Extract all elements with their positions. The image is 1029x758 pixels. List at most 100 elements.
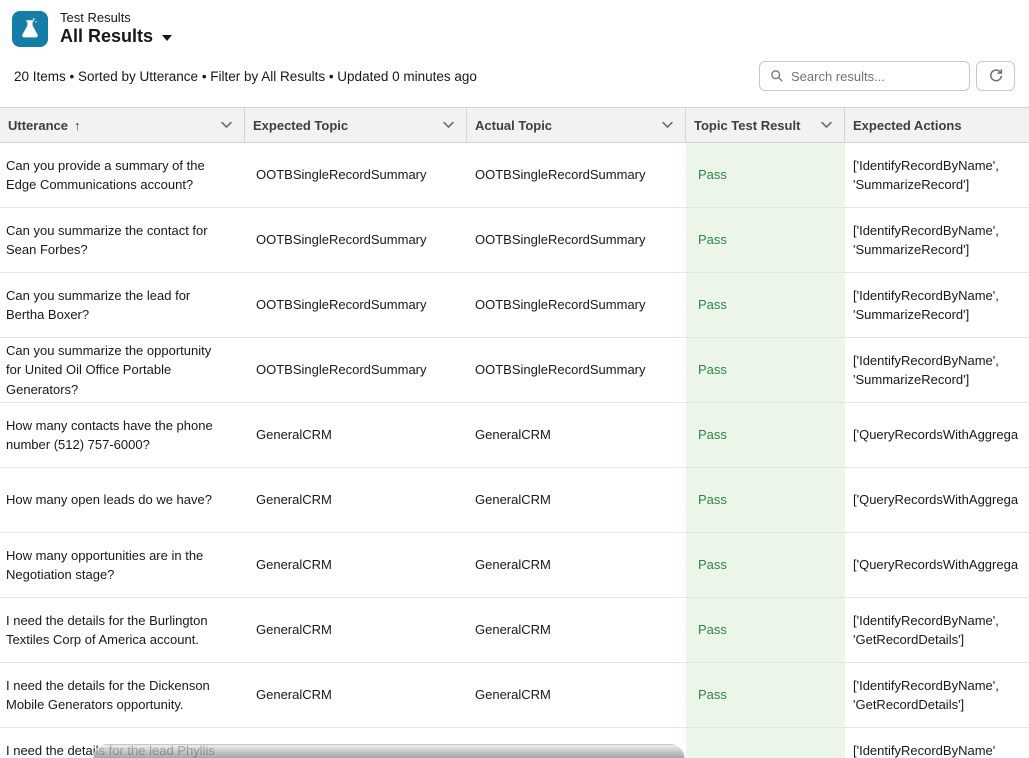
cell-expected-actions: ['IdentifyRecordByName', 'GetRecordDetai… <box>845 598 1029 662</box>
dock-overlay[interactable] <box>93 744 685 758</box>
cell-topic-test-result <box>686 728 845 758</box>
cell-utterance: Can you provide a summary of the Edge Co… <box>0 143 245 207</box>
pass-badge: Pass <box>698 360 727 380</box>
cell-utterance: I need the details for the Burlington Te… <box>0 598 245 662</box>
column-header-actual-topic[interactable]: Actual Topic <box>467 108 686 142</box>
entity-header: Test Results All Results <box>12 10 172 47</box>
column-header-expected-actions[interactable]: Expected Actions <box>845 108 1029 142</box>
list-status-text: 20 Items • Sorted by Utterance • Filter … <box>14 69 477 84</box>
chevron-down-icon <box>221 121 232 129</box>
cell-actual-topic: GeneralCRM <box>467 403 686 467</box>
column-menu-button[interactable] <box>441 119 456 131</box>
cell-expected-actions: ['QueryRecordsWithAggrega <box>845 533 1029 597</box>
refresh-icon <box>988 68 1004 84</box>
list-view-selector[interactable]: All Results <box>60 26 172 47</box>
cell-actual-topic: GeneralCRM <box>467 598 686 662</box>
cell-topic-test-result: Pass <box>686 598 845 662</box>
cell-utterance: How many contacts have the phone number … <box>0 403 245 467</box>
chevron-down-icon <box>821 121 832 129</box>
pass-badge: Pass <box>698 295 727 315</box>
pass-badge: Pass <box>698 620 727 640</box>
cell-utterance: Can you summarize the opportunity for Un… <box>0 338 245 402</box>
pass-badge: Pass <box>698 425 727 445</box>
pass-badge: Pass <box>698 230 727 250</box>
column-menu-button[interactable] <box>660 119 675 131</box>
cell-expected-topic: OOTBSingleRecordSummary <box>245 143 467 207</box>
caret-down-icon <box>162 35 172 41</box>
pass-badge: Pass <box>698 555 727 575</box>
view-label: All Results <box>60 26 153 47</box>
sort-ascending-icon: ↑ <box>74 118 81 133</box>
cell-expected-topic: GeneralCRM <box>245 663 467 727</box>
test-results-page: Test Results All Results 20 Items • Sort… <box>0 0 1029 758</box>
cell-expected-actions: ['IdentifyRecordByName', 'SummarizeRecor… <box>845 338 1029 402</box>
object-label: Test Results <box>60 10 172 25</box>
chevron-down-icon <box>662 121 673 129</box>
cell-actual-topic: OOTBSingleRecordSummary <box>467 273 686 337</box>
search-input[interactable] <box>791 69 961 84</box>
pass-badge: Pass <box>698 685 727 705</box>
cell-actual-topic: OOTBSingleRecordSummary <box>467 338 686 402</box>
column-header-expected-topic[interactable]: Expected Topic <box>245 108 467 142</box>
table-header: Utterance ↑ Expected Topic Actual Topic <box>0 107 1029 143</box>
results-table: Utterance ↑ Expected Topic Actual Topic <box>0 107 1029 758</box>
cell-topic-test-result: Pass <box>686 403 845 467</box>
cell-utterance: Can you summarize the lead for Bertha Bo… <box>0 273 245 337</box>
cell-actual-topic: GeneralCRM <box>467 533 686 597</box>
refresh-button[interactable] <box>976 61 1015 91</box>
cell-actual-topic: OOTBSingleRecordSummary <box>467 143 686 207</box>
cell-utterance: How many open leads do we have? <box>0 468 245 532</box>
cell-expected-actions: ['IdentifyRecordByName', 'SummarizeRecor… <box>845 143 1029 207</box>
column-menu-button[interactable] <box>819 119 834 131</box>
cell-topic-test-result: Pass <box>686 273 845 337</box>
search-icon <box>770 69 784 83</box>
table-row[interactable]: I need the details for the Burlington Te… <box>0 598 1029 663</box>
cell-topic-test-result: Pass <box>686 143 845 207</box>
cell-expected-actions: ['IdentifyRecordByName', 'GetRecordDetai… <box>845 663 1029 727</box>
pass-badge: Pass <box>698 490 727 510</box>
cell-topic-test-result: Pass <box>686 663 845 727</box>
table-body: Can you provide a summary of the Edge Co… <box>0 143 1029 758</box>
table-row[interactable]: I need the details for the Dickenson Mob… <box>0 663 1029 728</box>
cell-expected-topic: GeneralCRM <box>245 598 467 662</box>
cell-expected-actions: ['IdentifyRecordByName' <box>845 728 1029 758</box>
column-menu-button[interactable] <box>219 119 234 131</box>
cell-utterance: How many opportunities are in the Negoti… <box>0 533 245 597</box>
table-row[interactable]: How many contacts have the phone number … <box>0 403 1029 468</box>
table-row[interactable]: Can you summarize the contact for Sean F… <box>0 208 1029 273</box>
cell-utterance: Can you summarize the contact for Sean F… <box>0 208 245 272</box>
cell-expected-actions: ['IdentifyRecordByName', 'SummarizeRecor… <box>845 208 1029 272</box>
search-box <box>759 61 970 91</box>
table-row[interactable]: Can you summarize the opportunity for Un… <box>0 338 1029 403</box>
cell-expected-topic: GeneralCRM <box>245 403 467 467</box>
cell-actual-topic: OOTBSingleRecordSummary <box>467 208 686 272</box>
cell-expected-actions: ['QueryRecordsWithAggrega <box>845 403 1029 467</box>
toolbar-controls <box>759 61 1015 91</box>
table-row[interactable]: How many open leads do we have? GeneralC… <box>0 468 1029 533</box>
cell-topic-test-result: Pass <box>686 208 845 272</box>
cell-expected-actions: ['IdentifyRecordByName', 'SummarizeRecor… <box>845 273 1029 337</box>
cell-expected-topic: GeneralCRM <box>245 533 467 597</box>
cell-expected-topic: OOTBSingleRecordSummary <box>245 273 467 337</box>
cell-topic-test-result: Pass <box>686 338 845 402</box>
cell-actual-topic: GeneralCRM <box>467 468 686 532</box>
cell-expected-topic: OOTBSingleRecordSummary <box>245 208 467 272</box>
pass-badge: Pass <box>698 165 727 185</box>
table-row[interactable]: Can you summarize the lead for Bertha Bo… <box>0 273 1029 338</box>
cell-topic-test-result: Pass <box>686 533 845 597</box>
table-row[interactable]: Can you provide a summary of the Edge Co… <box>0 143 1029 208</box>
cell-expected-topic: OOTBSingleRecordSummary <box>245 338 467 402</box>
table-row[interactable]: How many opportunities are in the Negoti… <box>0 533 1029 598</box>
cell-actual-topic: GeneralCRM <box>467 663 686 727</box>
cell-utterance: I need the details for the Dickenson Mob… <box>0 663 245 727</box>
title-block: Test Results All Results <box>60 10 172 47</box>
page-header: Test Results All Results <box>0 0 1029 51</box>
chevron-down-icon <box>443 121 454 129</box>
column-header-topic-test-result[interactable]: Topic Test Result <box>686 108 845 142</box>
cell-topic-test-result: Pass <box>686 468 845 532</box>
test-flask-icon <box>12 11 48 47</box>
cell-expected-topic: GeneralCRM <box>245 468 467 532</box>
column-header-utterance[interactable]: Utterance ↑ <box>0 108 245 142</box>
cell-expected-actions: ['QueryRecordsWithAggrega <box>845 468 1029 532</box>
list-toolbar: 20 Items • Sorted by Utterance • Filter … <box>0 51 1029 107</box>
